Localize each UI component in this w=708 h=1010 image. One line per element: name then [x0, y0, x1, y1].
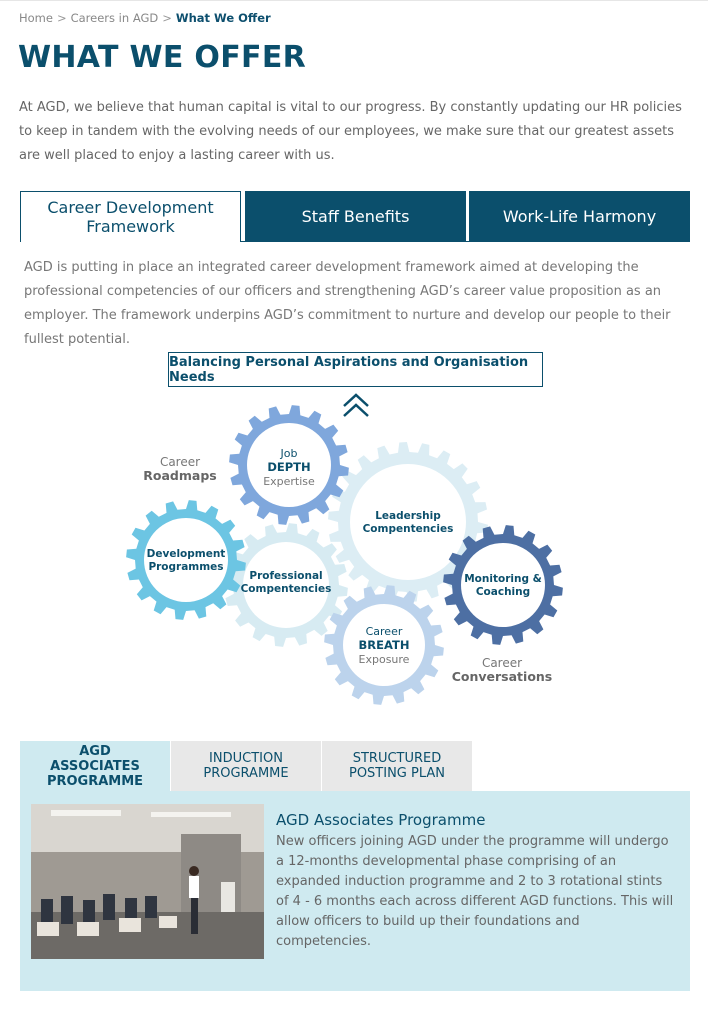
tab-label: Staff Benefits: [301, 207, 410, 226]
programme-tab-label: AGD ASSOCIATES PROGRAMME: [46, 743, 144, 789]
career-conversations-line1: Career: [482, 656, 522, 670]
professional-gear-line1: Professional: [249, 570, 322, 582]
balance-banner: Balancing Personal Aspirations and Organ…: [168, 352, 543, 387]
programme-description: New officers joining AGD under the progr…: [276, 834, 674, 949]
tab-underline: [241, 241, 690, 242]
programme-photo: [31, 804, 264, 959]
monitoring-gear-line1: Monitoring &: [464, 573, 542, 585]
tab-agd-associates-programme[interactable]: AGD ASSOCIATES PROGRAMME: [20, 741, 170, 791]
breadcrumb-home[interactable]: Home: [19, 11, 53, 25]
tab-work-life-harmony[interactable]: Work-Life Harmony: [469, 191, 690, 242]
development-gear-line1: Development: [147, 548, 226, 560]
breadcrumb-separator: >: [56, 11, 67, 25]
top-divider: [0, 0, 708, 1]
programme-tab-label: INDUCTION PROGRAMME: [203, 751, 289, 781]
double-chevron-up-icon: [343, 393, 369, 417]
breadcrumb-current: What We Offer: [175, 11, 271, 25]
career-gear-line3: Exposure: [359, 653, 410, 666]
leadership-gear-line2: Compentencies: [363, 523, 454, 535]
programme-tabs: AGD ASSOCIATES PROGRAMME INDUCTION PROGR…: [20, 741, 690, 791]
monitoring-gear-line2: Coaching: [476, 586, 530, 598]
job-gear-line3: Expertise: [263, 475, 315, 488]
framework-description: AGD is putting in place an integrated ca…: [24, 260, 671, 347]
job-gear-line1: Job: [280, 447, 298, 460]
programme-tab-label: STRUCTURED POSTING PLAN: [348, 751, 446, 781]
programme-title: AGD Associates Programme: [276, 811, 486, 829]
tab-induction-programme[interactable]: INDUCTION PROGRAMME: [171, 741, 321, 791]
breadcrumb-separator: >: [162, 11, 172, 25]
programme-panel: AGD Associates Programme New officers jo…: [20, 791, 690, 991]
intro-paragraph: At AGD, we believe that human capital is…: [19, 100, 682, 163]
career-conversations-line2: Conversations: [452, 669, 553, 684]
career-roadmaps-line2: Roadmaps: [143, 468, 216, 483]
career-roadmaps-line1: Career: [160, 455, 200, 469]
development-gear-center: [144, 518, 228, 602]
job-gear-line2: DEPTH: [267, 460, 310, 474]
development-gear-line2: Programmes: [148, 561, 223, 573]
career-gear-line1: Career: [366, 625, 403, 638]
leadership-gear-line1: Leadership: [375, 510, 441, 522]
breadcrumb: Home > Careers in AGD > What We Offer: [19, 11, 271, 25]
page-title: WHAT WE OFFER: [18, 40, 307, 75]
career-gear-line2: BREATH: [359, 638, 410, 652]
monitoring-gear-center: [461, 543, 545, 627]
tab-structured-posting-plan[interactable]: STRUCTURED POSTING PLAN: [322, 741, 472, 791]
tab-staff-benefits[interactable]: Staff Benefits: [245, 191, 466, 242]
tab-label: Work-Life Harmony: [502, 207, 657, 226]
professional-gear-line2: Compentencies: [241, 583, 332, 595]
tab-label: Career Development Framework: [47, 198, 214, 236]
breadcrumb-careers[interactable]: Careers in AGD: [71, 11, 159, 25]
offer-tabs: Career Development Framework Staff Benef…: [20, 191, 690, 242]
tab-career-development-framework[interactable]: Career Development Framework: [20, 191, 241, 242]
career-framework-diagram: Job DEPTH Expertise Leadership Compenten…: [126, 393, 563, 705]
leadership-gear-center: [350, 464, 466, 580]
